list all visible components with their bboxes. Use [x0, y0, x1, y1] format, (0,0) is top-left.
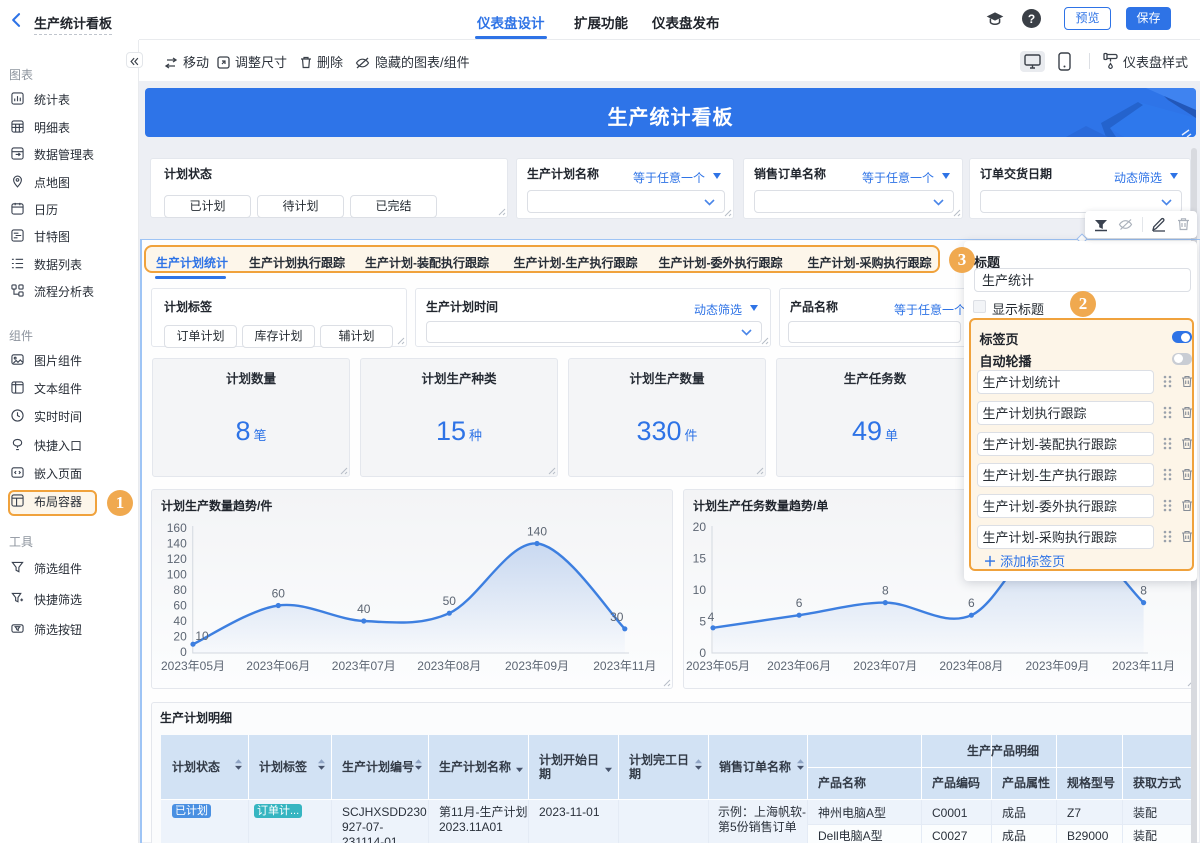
svg-text:60: 60 — [272, 587, 286, 601]
svg-text:2023年05月: 2023年05月 — [686, 659, 750, 673]
svg-text:140: 140 — [167, 537, 187, 551]
svg-text:8: 8 — [882, 584, 889, 598]
svg-text:140: 140 — [527, 525, 547, 539]
svg-text:5: 5 — [699, 615, 706, 629]
svg-text:2023年08月: 2023年08月 — [939, 659, 1003, 673]
svg-text:40: 40 — [173, 614, 187, 628]
svg-text:30: 30 — [610, 610, 624, 624]
svg-text:6: 6 — [968, 596, 975, 610]
svg-text:40: 40 — [357, 602, 371, 616]
svg-text:100: 100 — [167, 568, 187, 582]
svg-text:15: 15 — [693, 552, 707, 566]
svg-text:20: 20 — [693, 520, 707, 534]
svg-text:160: 160 — [167, 521, 187, 535]
svg-text:2023年06月: 2023年06月 — [246, 659, 310, 673]
svg-text:0: 0 — [180, 645, 187, 659]
svg-text:10: 10 — [195, 629, 209, 643]
svg-text:2023年11月: 2023年11月 — [1112, 659, 1175, 673]
svg-text:2023年05月: 2023年05月 — [161, 659, 225, 673]
svg-text:60: 60 — [173, 599, 187, 613]
svg-text:120: 120 — [167, 552, 187, 566]
svg-text:2023年08月: 2023年08月 — [417, 659, 481, 673]
svg-text:10: 10 — [693, 583, 707, 597]
svg-text:80: 80 — [173, 583, 187, 597]
svg-text:0: 0 — [699, 646, 706, 660]
svg-text:2023年07月: 2023年07月 — [853, 659, 917, 673]
svg-text:20: 20 — [173, 630, 187, 644]
svg-text:50: 50 — [443, 594, 457, 608]
svg-text:2023年09月: 2023年09月 — [1025, 659, 1089, 673]
svg-text:2023年11月: 2023年11月 — [593, 659, 656, 673]
svg-text:2023年09月: 2023年09月 — [505, 659, 569, 673]
svg-text:6: 6 — [796, 596, 803, 610]
svg-text:8: 8 — [1140, 584, 1147, 598]
svg-text:2023年06月: 2023年06月 — [767, 659, 831, 673]
svg-text:4: 4 — [708, 610, 715, 624]
svg-text:?: ? — [1028, 12, 1035, 26]
svg-text:2023年07月: 2023年07月 — [332, 659, 396, 673]
